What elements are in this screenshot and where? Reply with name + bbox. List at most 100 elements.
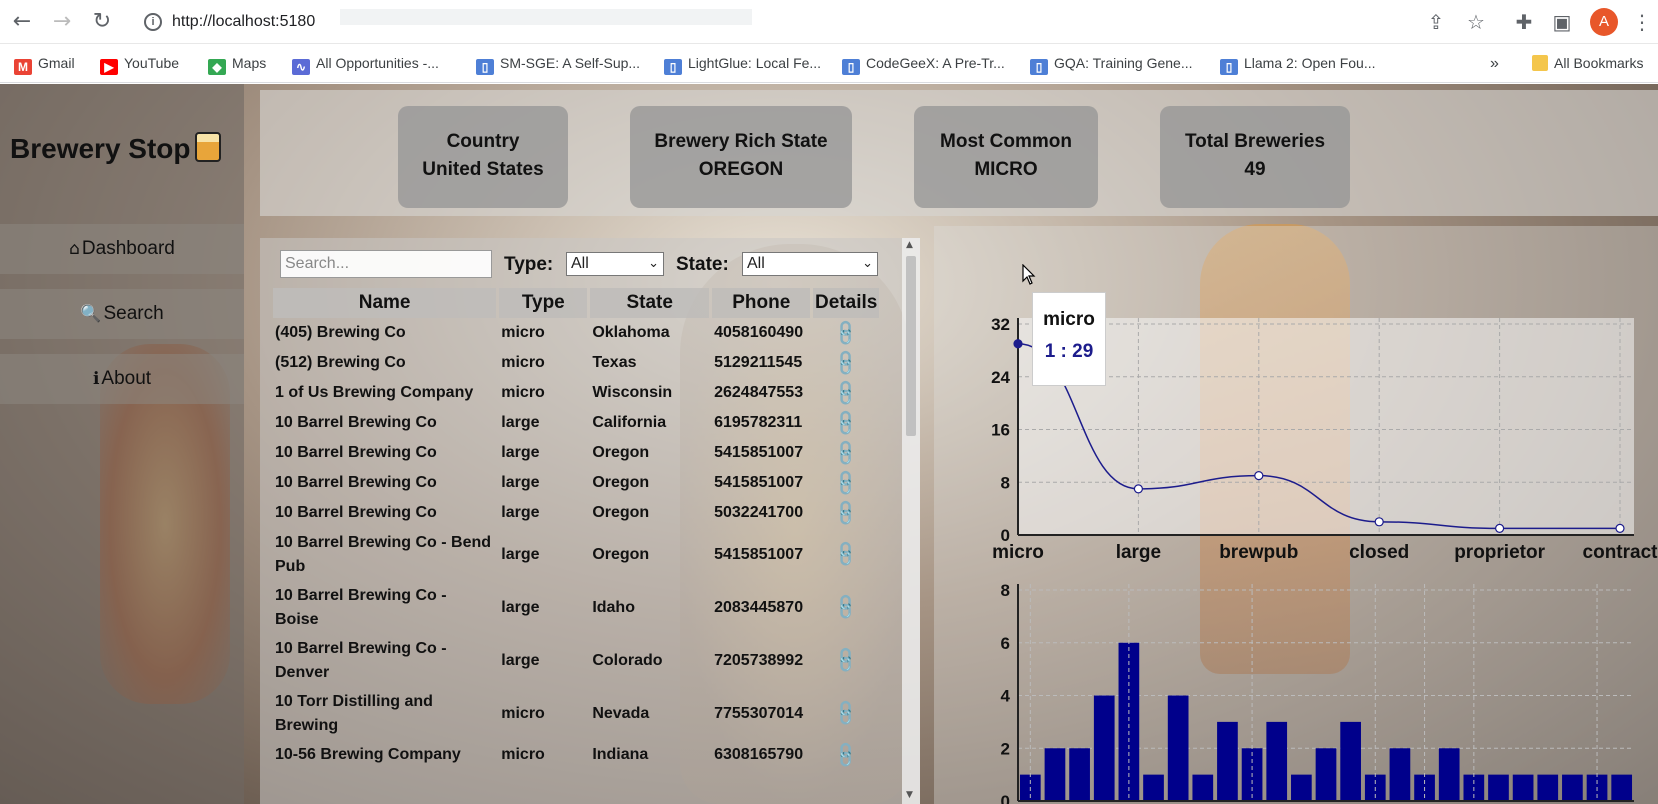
bookmarks-bar: M Gmail ▶ YouTube ◆ Maps ∿ All Opportunities -.… <box>0 45 1658 83</box>
search-input[interactable] <box>280 250 492 278</box>
cell-type: micro <box>501 324 545 341</box>
line-chart-area <box>1018 318 1634 535</box>
more-bookmarks-icon[interactable]: » <box>1490 55 1499 73</box>
type-select[interactable]: All ⌄ <box>566 252 664 276</box>
scroll-up-icon[interactable]: ▲ <box>906 240 913 250</box>
details-link-icon[interactable]: 🔗 <box>831 318 862 349</box>
details-link-icon[interactable]: 🔗 <box>831 468 862 499</box>
star-icon[interactable]: ☆ <box>1462 8 1490 36</box>
stat-label: Country <box>446 131 520 152</box>
bar <box>1167 695 1189 801</box>
bookmark-favicon-icon: ▯ <box>1220 59 1238 75</box>
url-text: http://localhost:5180 <box>172 13 316 30</box>
details-link-icon[interactable]: 🔗 <box>831 539 862 570</box>
forward-arrow-icon[interactable]: → <box>48 8 76 36</box>
all-bookmarks[interactable]: All Bookmarks <box>1532 55 1643 71</box>
cell-state: Idaho <box>592 598 635 616</box>
cell-name: (512) Brewing Co <box>275 354 406 371</box>
details-link-icon[interactable]: 🔗 <box>831 348 862 379</box>
nav-about[interactable]: ℹ About <box>0 354 244 404</box>
cell-name: 10 Barrel Brewing Co - Boise <box>275 586 447 628</box>
table-row: 10 Barrel Brewing Co large Oregon 541585100… <box>273 438 879 469</box>
details-link-icon[interactable]: 🔗 <box>831 592 862 623</box>
line-point <box>1615 523 1625 534</box>
bar <box>1093 695 1115 801</box>
scroll-thumb[interactable] <box>906 256 916 436</box>
state-filter-label: State: <box>676 254 729 275</box>
browser-toolbar: ← → ↻ i http://localhost:5180 ⇪ ☆ ✚ ▣ A … <box>0 0 1658 44</box>
site-info-icon[interactable]: i <box>144 13 162 31</box>
cell-state: Oregon <box>592 474 650 491</box>
bookmark-item[interactable]: ◆ Maps <box>208 55 266 75</box>
details-link-icon[interactable]: 🔗 <box>831 408 862 439</box>
line-y-tick-label: 32 <box>991 315 1010 334</box>
type-filter-label: Type: <box>504 254 554 275</box>
details-link-icon[interactable]: 🔗 <box>831 438 862 469</box>
bookmark-item[interactable]: ▯ SM-SGE: A Self-Sup... <box>476 55 640 75</box>
col-header-name[interactable]: Name <box>273 288 497 318</box>
nav-dashboard-label: Dashboard <box>81 238 175 259</box>
bookmark-item[interactable]: ▯ Llama 2: Open Fou... <box>1220 55 1376 75</box>
brewery-table-panel: Type: All ⌄ State: All ⌄ Name Type State <box>260 238 920 804</box>
app-page: Brewery Stop ⌂ Dashboard 🔍 Search ℹ About C… <box>0 84 1658 804</box>
nav-search[interactable]: 🔍 Search <box>0 289 244 339</box>
side-panel-icon[interactable]: ▣ <box>1548 8 1576 36</box>
back-arrow-icon[interactable]: ← <box>8 8 36 36</box>
bookmark-favicon-icon: ▯ <box>664 59 682 75</box>
table-row: 1 of Us Brewing Company micro Wisconsin 262… <box>273 378 879 409</box>
stat-value: OREGON <box>698 159 784 180</box>
col-header-type[interactable]: Type <box>499 288 588 318</box>
bookmark-label: SM-SGE: A Self-Sup... <box>500 55 641 71</box>
mouse-cursor-icon <box>1022 264 1036 285</box>
scroll-down-icon[interactable]: ▼ <box>906 790 913 800</box>
bookmark-item[interactable]: ▯ CodeGeeX: A Pre-Tr... <box>842 55 1005 75</box>
details-link-icon[interactable]: 🔗 <box>831 378 862 409</box>
bookmark-item[interactable]: M Gmail <box>14 55 75 75</box>
details-link-icon[interactable]: 🔗 <box>831 645 862 676</box>
bookmark-item[interactable]: ▯ GQA: Training Gene... <box>1030 55 1193 75</box>
sidebar: Brewery Stop ⌂ Dashboard 🔍 Search ℹ About <box>0 84 244 804</box>
col-header-state[interactable]: State <box>590 288 710 318</box>
bar <box>1118 642 1140 801</box>
line-x-tick-label: micro <box>992 542 1044 563</box>
profile-avatar[interactable]: A <box>1590 8 1618 36</box>
bookmark-favicon-icon: ▯ <box>842 59 860 75</box>
cell-phone: 5129211545 <box>714 354 803 371</box>
line-x-tick-label: proprietor <box>1454 542 1545 563</box>
bookmark-item[interactable]: ∿ All Opportunities -... <box>292 55 439 75</box>
filter-row: Type: All ⌄ State: All ⌄ <box>280 248 900 278</box>
line-x-tick-label: brewpub <box>1219 542 1298 563</box>
line-point <box>1374 517 1384 527</box>
share-icon[interactable]: ⇪ <box>1422 8 1450 36</box>
state-select[interactable]: All ⌄ <box>742 252 878 276</box>
bookmark-item[interactable]: ▶ YouTube <box>100 55 179 75</box>
nav-dashboard[interactable]: ⌂ Dashboard <box>0 224 244 274</box>
cell-details: 🔗 <box>813 408 879 439</box>
bar-y-tick-label: 4 <box>1001 687 1011 706</box>
chevron-down-icon: ⌄ <box>648 256 659 271</box>
cell-details: 🔗 <box>813 687 879 740</box>
extensions-icon[interactable]: ✚ <box>1510 8 1538 36</box>
bar <box>1291 774 1312 801</box>
reload-icon[interactable]: ↻ <box>88 8 116 36</box>
menu-icon[interactable]: ⋮ <box>1628 8 1656 36</box>
cell-state: Oregon <box>592 444 650 461</box>
table-row: (405) Brewing Co micro Oklahoma 4058160490 🔗 <box>273 318 879 349</box>
col-header-phone[interactable]: Phone <box>712 288 811 318</box>
bar <box>1044 748 1066 801</box>
table-scrollbar[interactable]: ▲ ▼ <box>902 238 920 804</box>
table-row: 10 Barrel Brewing Co large Oregon 503224170… <box>273 498 879 529</box>
cell-type: micro <box>501 354 545 371</box>
cell-phone: 5415851007 <box>714 444 804 461</box>
bookmark-item[interactable]: ▯ LightGlue: Local Fe... <box>664 55 821 75</box>
cell-state: Nevada <box>592 704 650 722</box>
table-row: 10 Barrel Brewing Co - Bend Pub large Oreg… <box>273 528 879 581</box>
details-link-icon[interactable]: 🔗 <box>831 740 862 771</box>
bookmark-label: All Opportunities -... <box>316 55 439 71</box>
details-link-icon[interactable]: 🔗 <box>831 698 862 729</box>
cell-name: (405) Brewing Co <box>275 324 406 341</box>
cell-type: large <box>501 444 540 461</box>
bookmark-favicon-icon: ▯ <box>476 59 494 75</box>
details-link-icon[interactable]: 🔗 <box>831 498 862 529</box>
col-header-details[interactable]: Details <box>813 288 879 318</box>
